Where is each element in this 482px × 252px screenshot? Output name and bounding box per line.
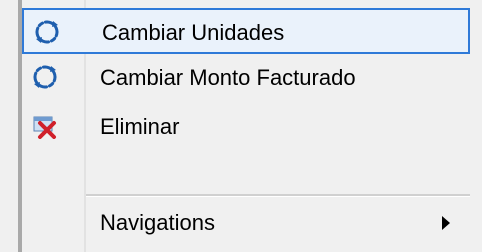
menu-item-label: Navigations [100, 210, 215, 235]
refresh-icon [34, 19, 60, 45]
menu-item-cambiar-monto-facturado[interactable]: Cambiar Monto Facturado [22, 55, 470, 101]
menu-item-eliminar[interactable]: Eliminar [22, 104, 470, 150]
menu-item-label: Cambiar Monto Facturado [100, 65, 356, 90]
menu-separator-highlight [86, 196, 470, 197]
refresh-icon [32, 64, 58, 90]
menu-item-label: Eliminar [100, 114, 180, 139]
menu-item-cambiar-unidades[interactable]: Cambiar Unidades [22, 8, 470, 54]
submenu-arrow-icon [442, 216, 450, 230]
delete-icon [32, 113, 58, 139]
context-menu: Cambiar Unidades Cambiar Monto Facturado [0, 0, 482, 252]
menu-item-navigations[interactable]: Navigations [22, 200, 470, 246]
menu-item-label: Cambiar Unidades [102, 20, 285, 45]
